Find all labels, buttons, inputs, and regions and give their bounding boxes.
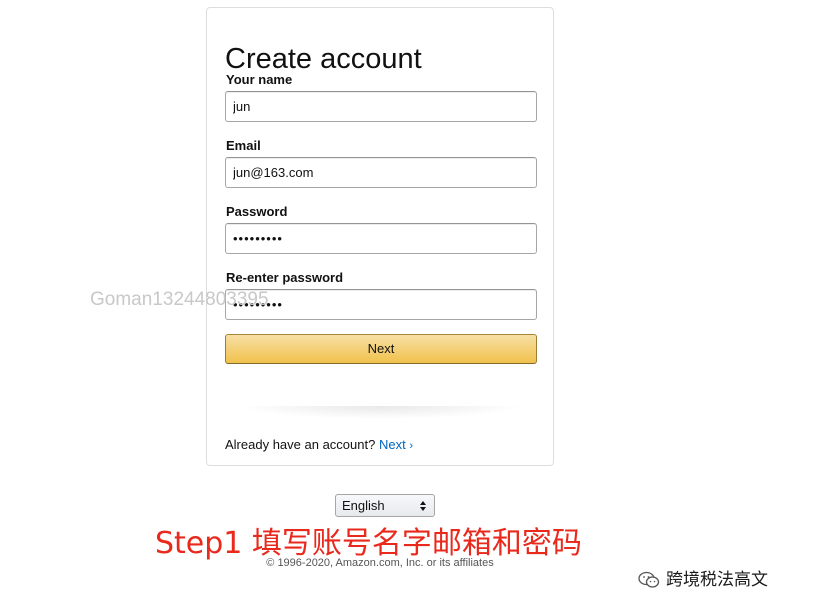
source-watermark: 跨境税法高文 — [638, 567, 768, 593]
your-name-input[interactable] — [225, 91, 537, 122]
updown-arrows-icon — [419, 495, 427, 516]
watermark-text: Goman13244803395 — [90, 289, 269, 310]
language-select-value: English — [342, 498, 385, 513]
your-name-label: Your name — [226, 72, 293, 87]
source-label: 跨境税法高文 — [666, 570, 768, 590]
next-button[interactable]: Next — [225, 334, 537, 364]
language-select[interactable]: English — [335, 494, 435, 517]
signin-prompt-text: Already have an account? — [225, 437, 376, 452]
create-account-card: Create account Your name Email Password … — [206, 7, 554, 466]
chevron-right-icon: › — [409, 440, 413, 452]
signin-prompt-row: Already have an account? Next › — [225, 436, 413, 455]
wechat-logo-icon — [638, 571, 660, 589]
email-input[interactable] — [225, 157, 537, 188]
reenter-password-input[interactable] — [225, 289, 537, 320]
password-label: Password — [226, 204, 288, 219]
signin-next-link[interactable]: Next › — [379, 437, 413, 452]
password-input[interactable] — [225, 223, 537, 254]
email-label: Email — [226, 138, 261, 153]
step-caption: Step1 填写账号名字邮箱和密码 — [155, 526, 582, 561]
signin-next-link-label: Next — [378, 437, 406, 452]
section-divider — [225, 406, 537, 420]
reenter-password-label: Re-enter password — [226, 270, 344, 285]
